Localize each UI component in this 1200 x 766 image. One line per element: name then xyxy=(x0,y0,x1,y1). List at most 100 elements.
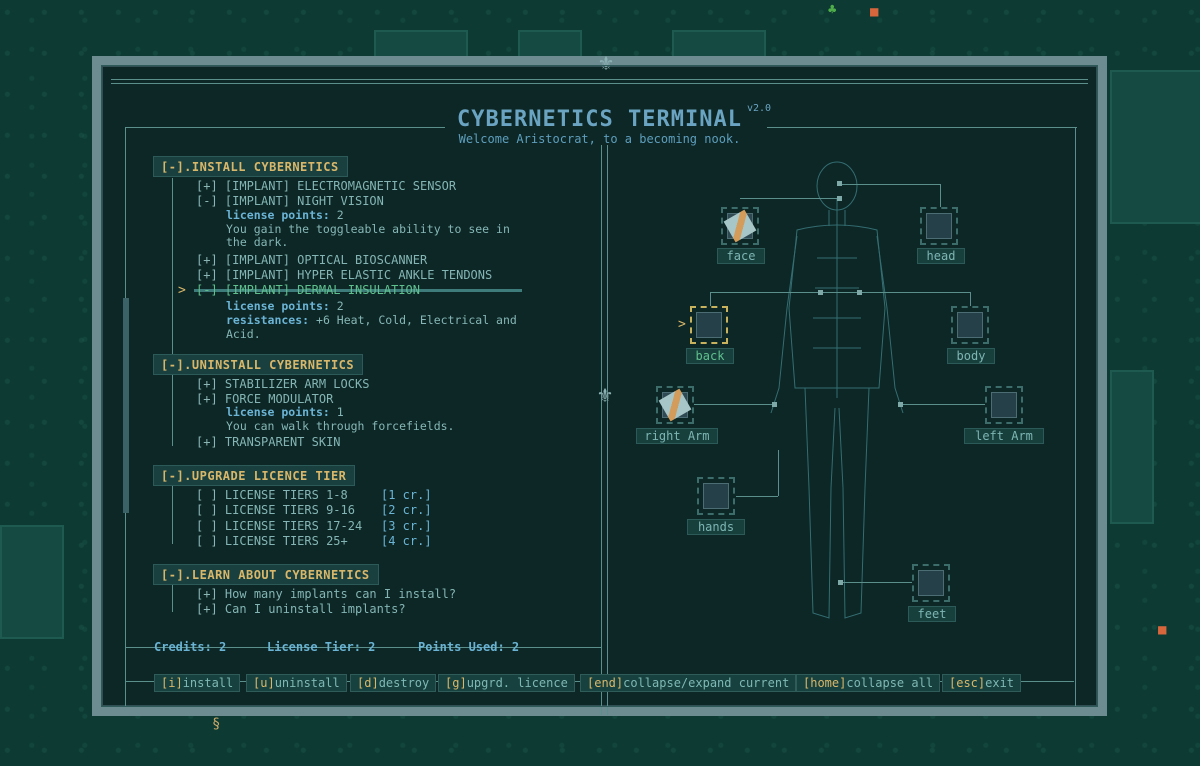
list-item-selected[interactable]: [-] [IMPLANT] DERMAL INSULATION xyxy=(196,283,420,297)
bullet: [+] xyxy=(196,179,218,193)
list-item[interactable]: [-] [IMPLANT] NIGHT VISION xyxy=(196,194,384,208)
resistances: resistances: +6 Heat, Cold, Electrical a… xyxy=(226,313,517,327)
node xyxy=(898,402,903,407)
checkbox: [ ] xyxy=(196,488,218,502)
checkbox: [ ] xyxy=(196,519,218,533)
list-item[interactable]: [+] FORCE MODULATOR xyxy=(196,392,333,406)
node xyxy=(818,290,823,295)
player-sprite-icon: § xyxy=(212,716,221,732)
slot-feet[interactable] xyxy=(912,564,950,602)
connector xyxy=(736,496,778,497)
slot-label-feet: feet xyxy=(908,606,956,622)
creature-sprite-icon: ■ xyxy=(1158,622,1167,638)
list-item[interactable]: [+] [IMPLANT] OPTICAL BIOSCANNER xyxy=(196,253,427,267)
connector xyxy=(710,292,711,306)
tree-line xyxy=(172,584,173,612)
section-upgrade-header[interactable]: [-].UPGRADE LICENCE TIER xyxy=(153,465,356,486)
hotkey-exit-button[interactable]: [esc]exit xyxy=(942,674,1022,692)
node xyxy=(838,580,843,585)
item-label: STABILIZER ARM LOCKS xyxy=(224,377,370,391)
slot-hands[interactable] xyxy=(697,477,735,515)
divider xyxy=(1075,127,1076,707)
tier-cost: [1 cr.] xyxy=(381,488,432,502)
slot-head[interactable] xyxy=(920,207,958,245)
connector xyxy=(710,292,970,293)
item-description: the dark. xyxy=(226,235,289,249)
slot-label-head: head xyxy=(917,248,965,264)
lp-label: license points: xyxy=(226,299,330,313)
cursor-arrow-icon: > xyxy=(678,317,686,332)
slot-label-back: back xyxy=(686,348,734,364)
item-label: FORCE MODULATOR xyxy=(224,392,334,406)
emblem-icon: ⚜ xyxy=(598,383,612,408)
tier-cost: [4 cr.] xyxy=(381,534,432,548)
hotkey-destroy-button[interactable]: [d]destroy xyxy=(350,674,437,692)
hotkey-upgrade-button[interactable]: [g]upgrd. licence xyxy=(438,674,575,692)
slot-label-face: face xyxy=(717,248,765,264)
list-item[interactable]: [+] [IMPLANT] ELECTROMAGNETIC SENSOR xyxy=(196,179,456,193)
item-label: LICENSE TIERS 17-24 xyxy=(224,519,363,533)
list-item[interactable]: [ ] LICENSE TIERS 9-16 xyxy=(196,503,355,517)
list-item[interactable]: [+] TRANSPARENT SKIN xyxy=(196,435,341,449)
list-item[interactable]: [+] STABILIZER ARM LOCKS xyxy=(196,377,369,391)
hotkey-collapse-current-button[interactable]: [end]collapse/expand current xyxy=(580,674,797,692)
node xyxy=(837,196,842,201)
scrollbar[interactable] xyxy=(123,298,129,513)
hotkey-label: collapse all xyxy=(846,676,934,690)
item-description: You can walk through forcefields. xyxy=(226,419,455,433)
points-used-readout: Points Used: 2 xyxy=(418,640,520,654)
item-label: How many implants can I install? xyxy=(224,587,457,601)
hotkey-label: destroy xyxy=(378,676,430,690)
item-label: [IMPLANT] DERMAL INSULATION xyxy=(224,283,420,297)
ruin-wall xyxy=(1110,70,1200,224)
section-learn-header[interactable]: [-].LEARN ABOUT CYBERNETICS xyxy=(153,564,379,585)
item-label: [IMPLANT] HYPER ELASTIC ANKLE TENDONS xyxy=(224,268,493,282)
slot-body[interactable] xyxy=(951,306,989,344)
list-item[interactable]: [+] Can I uninstall implants? xyxy=(196,602,406,616)
lp-value: 2 xyxy=(336,208,344,222)
bullet: [+] xyxy=(196,435,218,449)
checkbox: [ ] xyxy=(196,503,218,517)
version-label: v2.0 xyxy=(747,103,772,114)
lp-value: 2 xyxy=(336,299,344,313)
slot-face[interactable] xyxy=(721,207,759,245)
list-item[interactable]: [ ] LICENSE TIERS 25+ xyxy=(196,534,348,548)
tree-line xyxy=(172,486,173,544)
list-item[interactable]: [+] [IMPLANT] HYPER ELASTIC ANKLE TENDON… xyxy=(196,268,492,282)
list-item[interactable]: [ ] LICENSE TIERS 1-8 xyxy=(196,488,348,502)
item-label: [IMPLANT] ELECTROMAGNETIC SENSOR xyxy=(224,179,457,193)
slot-right-arm[interactable] xyxy=(656,386,694,424)
connector xyxy=(970,292,971,306)
connector xyxy=(940,184,941,208)
hotkey-label: exit xyxy=(985,676,1015,690)
res-label: resistances: xyxy=(226,313,310,327)
section-uninstall-header[interactable]: [-].UNINSTALL CYBERNETICS xyxy=(153,354,364,375)
connector xyxy=(840,184,940,185)
hotkey-uninstall-button[interactable]: [u]uninstall xyxy=(246,674,347,692)
slot-left-arm[interactable] xyxy=(985,386,1023,424)
hotkey-key: [g] xyxy=(445,676,467,690)
lp-label: license points: xyxy=(226,208,330,222)
hotkey-collapse-all-button[interactable]: [home]collapse all xyxy=(796,674,941,692)
item-label: [IMPLANT] NIGHT VISION xyxy=(224,194,384,208)
item-label: LICENSE TIERS 25+ xyxy=(224,534,348,548)
hotkey-label: install xyxy=(182,676,234,690)
lp-label: license points: xyxy=(226,405,330,419)
list-item[interactable]: [+] How many implants can I install? xyxy=(196,587,456,601)
hotkey-label: uninstall xyxy=(274,676,340,690)
hotkey-install-button[interactable]: [i]install xyxy=(154,674,241,692)
ruin-wall xyxy=(1110,370,1154,524)
tier-cost: [3 cr.] xyxy=(381,519,432,533)
tier-cost: [2 cr.] xyxy=(381,503,432,517)
hotkey-key: [end] xyxy=(587,676,624,690)
divider xyxy=(111,79,1088,80)
slot-label-left-arm: left Arm xyxy=(964,428,1044,444)
list-item[interactable]: [ ] LICENSE TIERS 17-24 xyxy=(196,519,362,533)
connector xyxy=(778,450,779,496)
slot-back[interactable] xyxy=(690,306,728,344)
checkbox: [ ] xyxy=(196,534,218,548)
section-install-header[interactable]: [-].INSTALL CYBERNETICS xyxy=(153,156,348,177)
tree-line xyxy=(172,374,173,446)
license-points: license points: 1 xyxy=(226,405,344,419)
item-label: LICENSE TIERS 1-8 xyxy=(224,488,348,502)
